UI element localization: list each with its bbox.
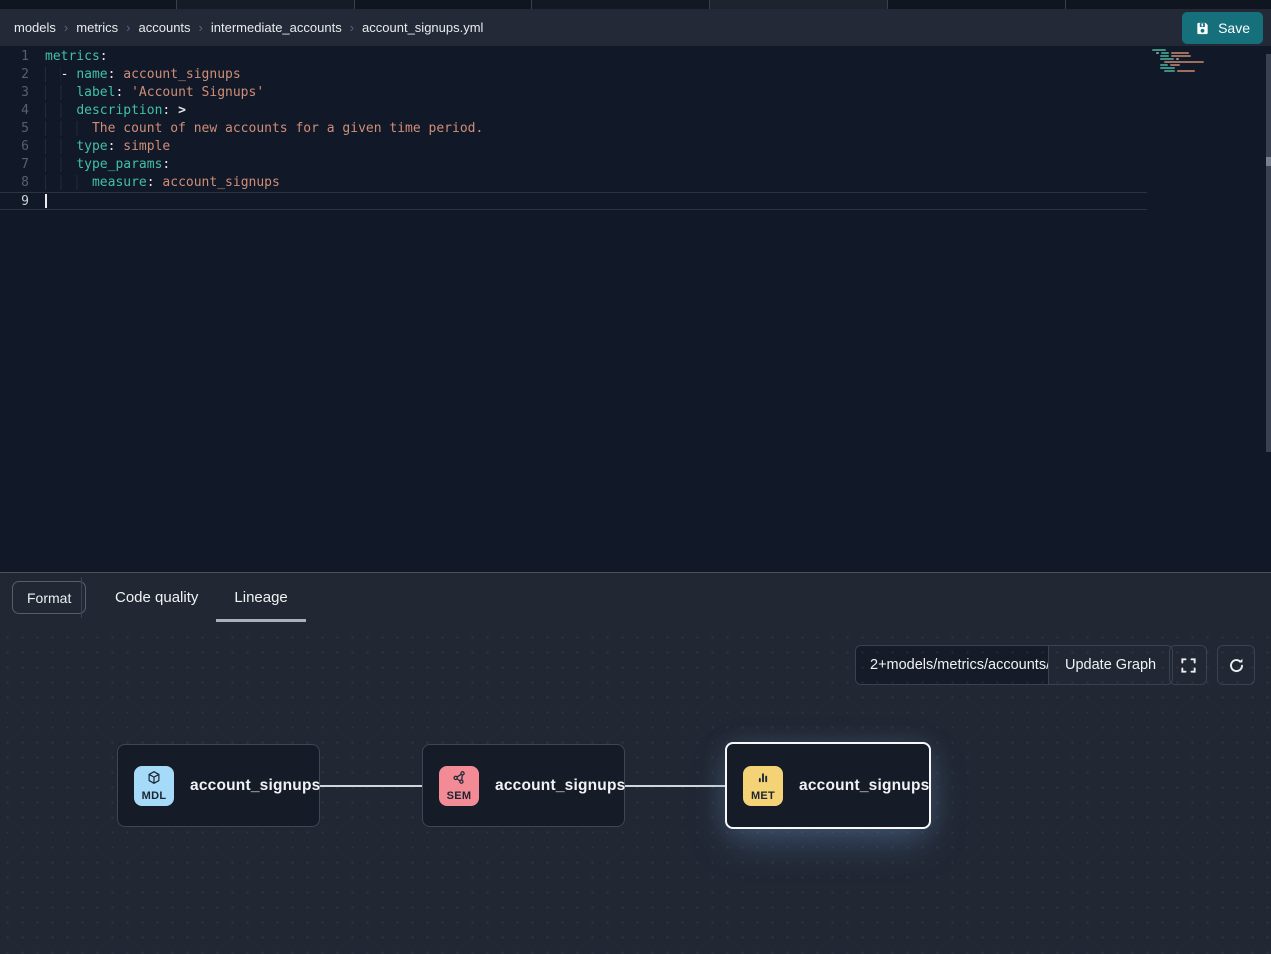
- bar-chart-icon: [755, 770, 771, 790]
- file-tab[interactable]: [355, 0, 532, 9]
- code-line[interactable]: 1 metrics:: [0, 48, 1147, 66]
- breadcrumb-item[interactable]: intermediate_accounts: [211, 20, 342, 35]
- file-tab-active[interactable]: [710, 0, 888, 9]
- line-number: 2: [0, 66, 45, 84]
- code-line[interactable]: 2 - name: account_signups: [0, 66, 1147, 84]
- badge-label: SEM: [447, 790, 472, 802]
- node-label: account_signups: [495, 777, 625, 795]
- line-number: 6: [0, 138, 45, 156]
- editor-minimap[interactable]: [1152, 49, 1214, 73]
- breadcrumb: models › metrics › accounts › intermedia…: [14, 9, 483, 46]
- code-line[interactable]: 8 measure: account_signups: [0, 174, 1147, 192]
- code-lines: 1 metrics: 2 - name: account_signups 3 l…: [0, 48, 1147, 210]
- code-line-active[interactable]: 9: [0, 192, 1147, 210]
- semantic-model-badge: SEM: [439, 766, 479, 806]
- ide-window: models › metrics › accounts › intermedia…: [0, 0, 1271, 954]
- divider: [81, 577, 82, 618]
- lineage-node-metric-selected[interactable]: MET account_signups: [725, 742, 931, 829]
- scrollbar-thumb[interactable]: [1266, 157, 1271, 166]
- chevron-right-icon: ›: [64, 20, 68, 35]
- node-label: account_signups: [799, 777, 929, 795]
- chevron-right-icon: ›: [199, 20, 203, 35]
- file-tab[interactable]: [177, 0, 355, 9]
- lineage-graph[interactable]: MDL account_signups SEM account_signups: [0, 630, 1271, 954]
- line-number: 5: [0, 120, 45, 138]
- code-line[interactable]: 5 The count of new accounts for a given …: [0, 120, 1147, 138]
- tab-label: Lineage: [234, 589, 287, 606]
- line-number: 1: [0, 48, 45, 66]
- code-line[interactable]: 6 type: simple: [0, 138, 1147, 156]
- file-tab[interactable]: [888, 0, 1066, 9]
- file-tab[interactable]: [0, 0, 177, 9]
- badge-label: MET: [751, 790, 775, 802]
- line-number: 8: [0, 174, 45, 192]
- cube-icon: [146, 770, 162, 790]
- code-line[interactable]: 3 label: 'Account Signups': [0, 84, 1147, 102]
- line-number: 9: [0, 193, 45, 209]
- save-floppy-icon: [1195, 21, 1210, 36]
- text-cursor: [45, 194, 47, 208]
- bottom-panel: Format Code quality Lineage Update Graph: [0, 572, 1271, 954]
- badge-label: MDL: [142, 790, 167, 802]
- chevron-right-icon: ›: [126, 20, 130, 35]
- save-button-label: Save: [1218, 20, 1250, 36]
- breadcrumb-bar: models › metrics › accounts › intermedia…: [0, 9, 1271, 46]
- code-line[interactable]: 7 type_params:: [0, 156, 1147, 174]
- lineage-node-semantic-model[interactable]: SEM account_signups: [422, 744, 625, 827]
- model-badge: MDL: [134, 766, 174, 806]
- metric-badge: MET: [743, 766, 783, 806]
- line-number: 3: [0, 84, 45, 102]
- file-tab[interactable]: [532, 0, 710, 9]
- line-number: 4: [0, 102, 45, 120]
- tab-code-quality[interactable]: Code quality: [97, 573, 216, 621]
- code-editor[interactable]: 1 metrics: 2 - name: account_signups 3 l…: [0, 46, 1271, 572]
- active-tab-underline: [216, 619, 305, 622]
- node-label: account_signups: [190, 777, 320, 795]
- breadcrumb-item[interactable]: metrics: [76, 20, 118, 35]
- chevron-right-icon: ›: [350, 20, 354, 35]
- lineage-edge: [320, 785, 422, 787]
- panel-tabs: Code quality Lineage: [97, 573, 306, 621]
- breadcrumb-item-current[interactable]: account_signups.yml: [362, 20, 483, 35]
- file-tab[interactable]: [1066, 0, 1271, 9]
- save-button[interactable]: Save: [1182, 12, 1263, 44]
- tab-label: Code quality: [115, 589, 198, 606]
- breadcrumb-item[interactable]: accounts: [139, 20, 191, 35]
- breadcrumb-item[interactable]: models: [14, 20, 56, 35]
- file-tab-strip: [0, 0, 1271, 9]
- line-number: 7: [0, 156, 45, 174]
- tab-lineage[interactable]: Lineage: [216, 573, 305, 621]
- code-line[interactable]: 4 description: >: [0, 102, 1147, 120]
- format-button[interactable]: Format: [12, 581, 86, 614]
- editor-scrollbar[interactable]: [1266, 54, 1271, 452]
- lineage-node-model[interactable]: MDL account_signups: [117, 744, 320, 827]
- lineage-edge: [625, 785, 725, 787]
- semantic-graph-icon: [451, 770, 467, 790]
